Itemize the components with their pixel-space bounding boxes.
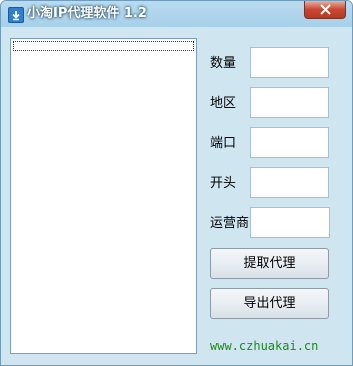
quantity-input[interactable]	[250, 47, 329, 78]
fetch-proxy-button[interactable]: 提取代理	[210, 248, 329, 279]
quantity-label: 数量	[210, 56, 237, 71]
port-label: 端口	[210, 136, 237, 151]
close-icon	[320, 4, 331, 15]
website-text: www.czhuakai.cn	[210, 339, 319, 353]
carrier-input[interactable]	[250, 207, 330, 238]
client-area: 数量 地区 端口 开头 运营商 提取代理 导出代理 www.czhuakai.c…	[5, 27, 348, 363]
region-label: 地区	[210, 96, 237, 111]
list-focus-row[interactable]	[13, 41, 194, 51]
export-proxy-button[interactable]: 导出代理	[210, 288, 329, 319]
region-input[interactable]	[250, 87, 329, 118]
app-window: 小淘IP代理软件 1.2 数量 地区 端口 开头 运营商 提取代理 导出代理 w…	[0, 0, 353, 366]
prefix-label: 开头	[210, 176, 237, 191]
port-input[interactable]	[250, 127, 329, 158]
proxy-listbox[interactable]	[10, 38, 197, 354]
carrier-label: 运营商	[210, 216, 250, 231]
download-arrow-icon[interactable]	[8, 7, 24, 23]
window-title: 小淘IP代理软件 1.2	[27, 6, 147, 21]
prefix-input[interactable]	[250, 167, 329, 198]
close-button[interactable]	[304, 1, 346, 19]
title-bar[interactable]: 小淘IP代理软件 1.2	[1, 1, 352, 27]
